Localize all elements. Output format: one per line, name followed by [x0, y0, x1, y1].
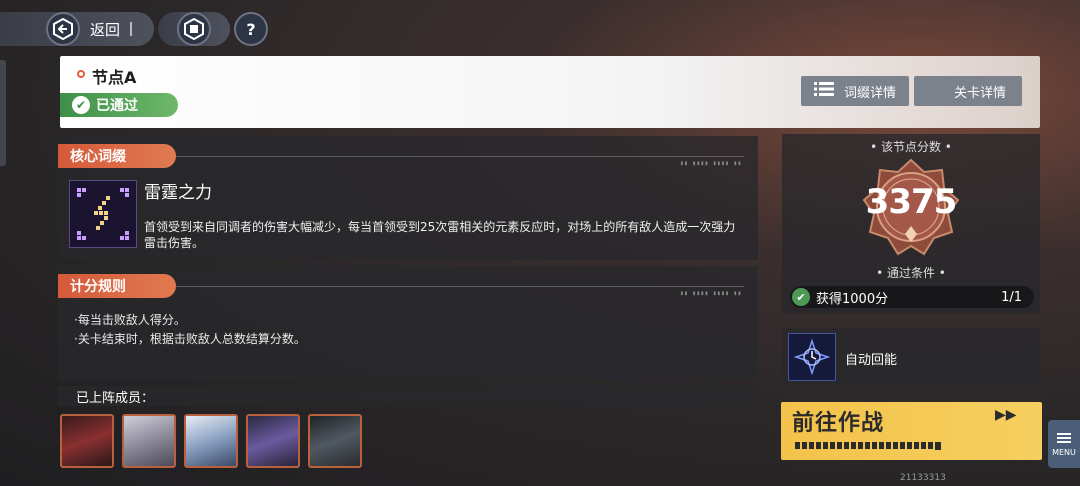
- check-icon: ✔: [792, 288, 810, 306]
- stage-details-label: 关卡详情: [953, 85, 1006, 101]
- node-title: 节点A: [92, 68, 137, 87]
- member-avatar[interactable]: [246, 414, 300, 468]
- member-avatar[interactable]: [184, 414, 238, 468]
- auto-energy-label: 自动回能: [845, 353, 898, 368]
- back-button[interactable]: 返回: [0, 12, 154, 46]
- go-to-battle-label: 前往作战: [792, 411, 885, 436]
- rule-item: ·每当击败敌人得分。: [74, 313, 186, 327]
- help-button[interactable]: ?: [234, 12, 268, 46]
- score-value: 3375: [865, 182, 958, 222]
- ability-description: 首领受到来自同调者的伤害大幅减少，每当首领受到25次雷相关的元素反应时，对场上的…: [144, 220, 736, 250]
- ability-name: 雷霆之力: [144, 183, 212, 203]
- check-icon: ✔: [72, 96, 90, 114]
- member-avatar[interactable]: [60, 414, 114, 468]
- divider: [176, 156, 744, 157]
- lightning-icon: [69, 180, 137, 248]
- home-button[interactable]: [158, 12, 230, 46]
- member-avatar[interactable]: [122, 414, 176, 468]
- progress-bar: [795, 442, 935, 449]
- help-icon: ?: [246, 19, 256, 39]
- decorative-code: ▮▮ ▮▮▮▮ ▮▮▮▮ ▮▮: [680, 290, 742, 297]
- status-label: 已通过: [96, 98, 138, 114]
- node-header-card: 节点A ✔ 已通过 词缀详情 关卡详情: [60, 56, 1040, 128]
- status-badge: ✔ 已通过: [60, 93, 178, 117]
- divider: [130, 22, 133, 36]
- scoring-rules-tab: 计分规则: [58, 274, 176, 298]
- members-label: 已上阵成员：: [76, 391, 155, 406]
- condition-progress: 1/1: [1001, 289, 1022, 305]
- decorative-code: ▮▮ ▮▮▮▮ ▮▮▮▮ ▮▮: [680, 160, 742, 167]
- divider: [176, 286, 744, 287]
- affix-details-button[interactable]: 词缀详情: [801, 76, 909, 106]
- condition-title: • 通过条件 •: [876, 266, 946, 280]
- score-title: • 该节点分数 •: [870, 140, 952, 154]
- fast-forward-icon: ▶▶: [995, 407, 1017, 423]
- stage-details-button[interactable]: 关卡详情: [914, 76, 1022, 106]
- affix-details-label: 词缀详情: [843, 85, 896, 101]
- progress-marker: [935, 442, 941, 450]
- back-icon: [46, 12, 80, 46]
- side-drawer-handle[interactable]: [0, 60, 6, 166]
- member-avatar[interactable]: [308, 414, 362, 468]
- condition-text: 获得1000分: [816, 291, 889, 307]
- members-bar: [58, 386, 758, 406]
- uid-label: 21133313: [900, 473, 946, 483]
- condition-row: ✔ 获得1000分 1/1: [790, 286, 1034, 308]
- rule-item: ·关卡结束时，根据击败敌人总数结算分数。: [74, 332, 306, 346]
- menu-button[interactable]: MENU: [1048, 420, 1080, 468]
- home-icon: [177, 12, 211, 46]
- auto-energy-icon: [788, 333, 836, 381]
- menu-label: MENU: [1052, 448, 1076, 457]
- node-dot-icon: [77, 70, 85, 78]
- menu-icon: [1057, 431, 1071, 445]
- back-label: 返回: [90, 20, 121, 39]
- core-affix-tab: 核心词缀: [58, 144, 176, 168]
- list-icon: [813, 81, 834, 101]
